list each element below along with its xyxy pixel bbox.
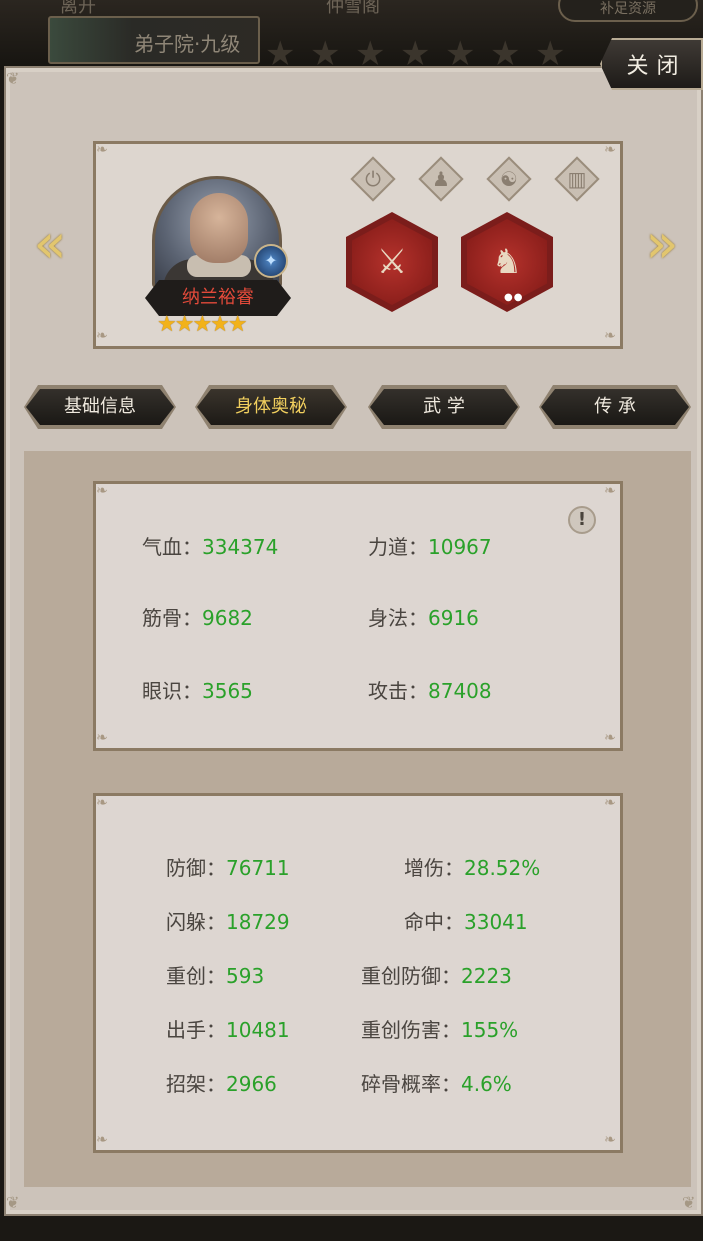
- close-button[interactable]: 关闭: [600, 38, 703, 90]
- book-slot-button[interactable]: ▥: [554, 156, 600, 202]
- tab-body-secrets[interactable]: 身体奥秘: [197, 389, 345, 425]
- figure-slot-button[interactable]: ♟: [418, 156, 464, 202]
- bg-label: 仲雪阁: [326, 0, 380, 17]
- skill-slot-button[interactable]: ⏻: [350, 156, 396, 202]
- stat-row: 命中：33041: [404, 910, 528, 934]
- corner-ornament-icon: ❧: [604, 328, 616, 344]
- tab-basic-info[interactable]: 基础信息: [26, 389, 174, 425]
- corner-ornament-icon: ❦: [6, 69, 20, 88]
- stat-row: 攻击：87408: [368, 679, 492, 703]
- stat-row: 防御：76711: [166, 856, 290, 880]
- book-icon: ▥: [567, 167, 587, 191]
- bg-pill: 补足资源: [558, 0, 698, 22]
- page-dots: ●●: [504, 292, 524, 303]
- corner-ornament-icon: ❦: [6, 1193, 20, 1212]
- info-icon[interactable]: !: [568, 506, 596, 534]
- staff-icon: ⚔: [352, 219, 432, 305]
- stat-row: 重创防御：2223: [361, 964, 512, 988]
- stat-row: 筋骨：9682: [142, 606, 253, 630]
- corner-ornament-icon: ❧: [96, 328, 108, 344]
- corner-ornament-icon: ❧: [96, 483, 108, 499]
- hero-name: 纳兰裕睿: [145, 280, 291, 316]
- corner-ornament-icon: ❦: [682, 1193, 696, 1212]
- corner-ornament-icon: ❧: [96, 142, 108, 158]
- corner-ornament-icon: ❧: [604, 1132, 616, 1148]
- corner-ornament-icon: ❧: [96, 730, 108, 746]
- stat-row: 气血：334374: [142, 535, 279, 559]
- tab-martial-arts[interactable]: 武 学: [370, 389, 518, 425]
- avatar-face: [190, 193, 248, 263]
- yinyang-icon: ☯: [500, 167, 518, 191]
- bg-chip: 弟子院·九级: [48, 16, 260, 64]
- star-rating: ★★★★★: [157, 312, 248, 337]
- stat-row: 力道：10967: [368, 535, 492, 559]
- corner-ornament-icon: ❧: [604, 142, 616, 158]
- corner-ornament-icon: ❧: [604, 483, 616, 499]
- gem-icon[interactable]: ✦: [254, 244, 288, 278]
- yinyang-slot-button[interactable]: ☯: [486, 156, 532, 202]
- stat-row: 身法：6916: [368, 606, 479, 630]
- stat-row: 重创：593: [166, 964, 265, 988]
- corner-ornament-icon: ❧: [96, 795, 108, 811]
- stat-row: 招架：2966: [166, 1072, 277, 1096]
- prev-hero-arrow-icon[interactable]: «: [30, 212, 70, 276]
- stat-row: 重创伤害：155%: [361, 1018, 519, 1042]
- tab-inheritance[interactable]: 传 承: [541, 389, 689, 425]
- corner-ornament-icon: ❧: [604, 730, 616, 746]
- corner-ornament-icon: ❧: [96, 1132, 108, 1148]
- stat-row: 碎骨概率：4.6%: [361, 1072, 512, 1096]
- corner-ornament-icon: ❧: [604, 795, 616, 811]
- stat-row: 出手：10481: [166, 1018, 290, 1042]
- power-icon: ⏻: [365, 167, 381, 191]
- stat-row: 增伤：28.52%: [404, 856, 541, 880]
- bg-pill-label: 补足资源: [600, 1, 656, 17]
- bg-chip-label: 弟子院·九级: [134, 32, 241, 56]
- stat-row: 眼识：3565: [142, 679, 253, 703]
- next-hero-arrow-icon[interactable]: »: [642, 212, 682, 276]
- stat-row: 闪躲：18729: [166, 910, 290, 934]
- person-icon: ♟: [432, 167, 450, 191]
